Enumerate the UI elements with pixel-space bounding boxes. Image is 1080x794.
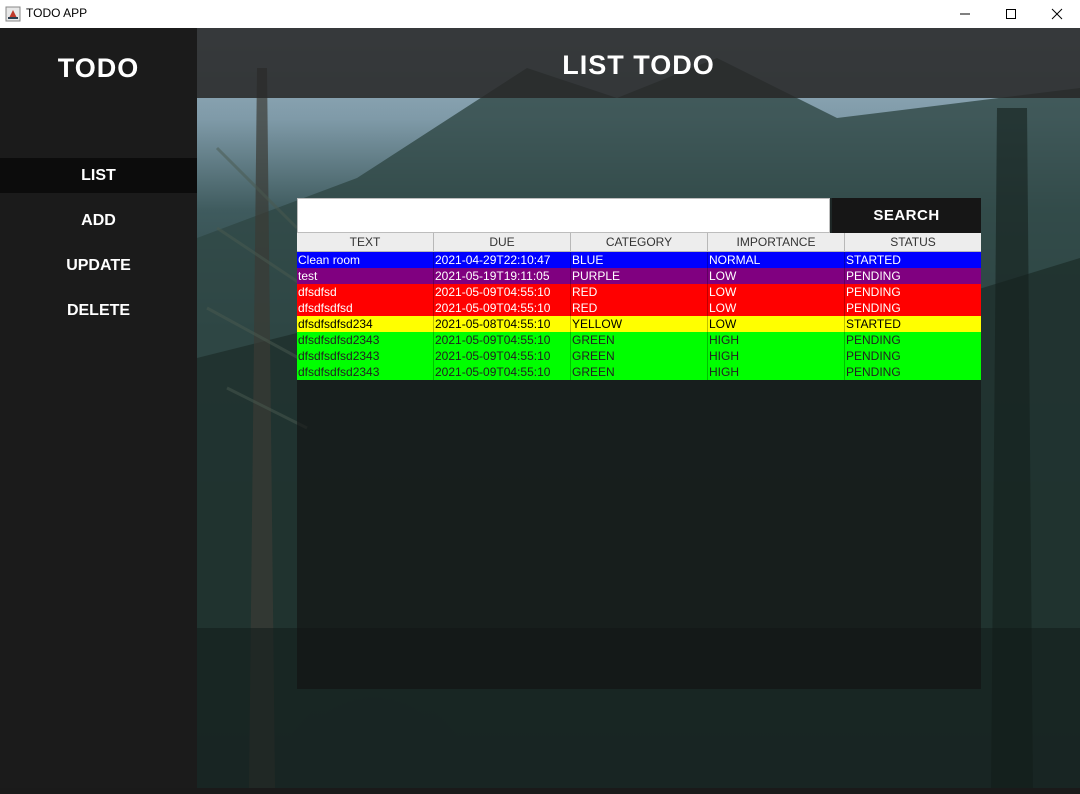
cell-category[interactable]: BLUE xyxy=(571,252,708,268)
table-header: TEXT DUE CATEGORY IMPORTANCE STATUS xyxy=(297,233,981,252)
search-input[interactable] xyxy=(297,198,830,233)
cell-due[interactable]: 2021-05-09T04:55:10 xyxy=(434,332,571,348)
cell-status[interactable]: STARTED xyxy=(845,316,981,332)
cell-due[interactable]: 2021-05-19T19:11:05 xyxy=(434,268,571,284)
cell-status[interactable]: PENDING xyxy=(845,284,981,300)
cell-text[interactable]: dfsdfsdfsd2343 xyxy=(297,348,434,364)
column-header-category[interactable]: CATEGORY xyxy=(571,233,708,252)
sidebar-item-update[interactable]: UPDATE xyxy=(0,248,197,283)
table-row[interactable]: dfsdfsd 2021-05-09T04:55:10 RED LOW PENDING xyxy=(297,284,981,300)
column-header-text[interactable]: TEXT xyxy=(297,233,434,252)
cell-category[interactable]: GREEN xyxy=(571,332,708,348)
sidebar-item-add[interactable]: ADD xyxy=(0,203,197,238)
todo-list-panel: SEARCH TEXT DUE CATEGORY IMPORTANCE STAT… xyxy=(297,198,981,689)
cell-status[interactable]: PENDING xyxy=(845,300,981,316)
cell-importance[interactable]: LOW xyxy=(708,284,845,300)
cell-due[interactable]: 2021-05-09T04:55:10 xyxy=(434,300,571,316)
cell-category[interactable]: GREEN xyxy=(571,364,708,380)
table-row[interactable]: dfsdfsdfsd 2021-05-09T04:55:10 RED LOW PENDI… xyxy=(297,300,981,316)
sidebar-item-list[interactable]: LIST xyxy=(0,158,197,193)
cell-text[interactable]: dfsdfsd xyxy=(297,284,434,300)
app-brand: TODO xyxy=(57,53,140,83)
cell-category[interactable]: GREEN xyxy=(571,348,708,364)
java-app-icon xyxy=(5,6,21,22)
cell-due[interactable]: 2021-05-09T04:55:10 xyxy=(434,348,571,364)
cell-status[interactable]: PENDING xyxy=(845,268,981,284)
table-row[interactable]: test 2021-05-19T19:11:05 PURPLE LOW PENDING xyxy=(297,268,981,284)
cell-due[interactable]: 2021-05-09T04:55:10 xyxy=(434,284,571,300)
cell-category[interactable]: YELLOW xyxy=(571,316,708,332)
column-header-importance[interactable]: IMPORTANCE xyxy=(708,233,845,252)
cell-status[interactable]: PENDING xyxy=(845,332,981,348)
table-row[interactable]: dfsdfsdfsd2343 2021-05-09T04:55:10 GREEN HI… xyxy=(297,348,981,364)
table-row[interactable]: dfsdfsdfsd2343 2021-05-09T04:55:10 GREEN HI… xyxy=(297,364,981,380)
cell-text[interactable]: dfsdfsdfsd xyxy=(297,300,434,316)
cell-importance[interactable]: HIGH xyxy=(708,332,845,348)
page-title: LIST TODO xyxy=(562,50,715,80)
close-button[interactable] xyxy=(1034,0,1080,28)
column-header-status[interactable]: STATUS xyxy=(845,233,981,252)
column-header-due[interactable]: DUE xyxy=(434,233,571,252)
cell-due[interactable]: 2021-05-09T04:55:10 xyxy=(434,364,571,380)
cell-importance[interactable]: HIGH xyxy=(708,348,845,364)
cell-due[interactable]: 2021-05-08T04:55:10 xyxy=(434,316,571,332)
sidebar: TODO LIST ADD UPDATE DELETE xyxy=(0,28,197,788)
cell-status[interactable]: PENDING xyxy=(845,364,981,380)
cell-importance[interactable]: HIGH xyxy=(708,364,845,380)
maximize-icon xyxy=(1006,9,1016,19)
cell-text[interactable]: test xyxy=(297,268,434,284)
table-row[interactable]: dfsdfsdfsd234 2021-05-08T04:55:10 YELLOW LO… xyxy=(297,316,981,332)
cell-text[interactable]: dfsdfsdfsd2343 xyxy=(297,332,434,348)
cell-importance[interactable]: NORMAL xyxy=(708,252,845,268)
cell-text[interactable]: dfsdfsdfsd2343 xyxy=(297,364,434,380)
maximize-button[interactable] xyxy=(988,0,1034,28)
cell-status[interactable]: PENDING xyxy=(845,348,981,364)
sidebar-nav: LIST ADD UPDATE DELETE xyxy=(0,158,197,338)
cell-category[interactable]: PURPLE xyxy=(571,268,708,284)
sidebar-item-delete[interactable]: DELETE xyxy=(0,293,197,328)
minimize-button[interactable] xyxy=(942,0,988,28)
cell-text[interactable]: Clean room xyxy=(297,252,434,268)
cell-category[interactable]: RED xyxy=(571,300,708,316)
table-body: Clean room 2021-04-29T22:10:47 BLUE NORMAL S… xyxy=(297,252,981,380)
window-title: TODO APP xyxy=(26,6,88,20)
cell-text[interactable]: dfsdfsdfsd234 xyxy=(297,316,434,332)
search-button[interactable]: SEARCH xyxy=(832,198,981,233)
cell-importance[interactable]: LOW xyxy=(708,316,845,332)
cell-importance[interactable]: LOW xyxy=(708,268,845,284)
cell-due[interactable]: 2021-04-29T22:10:47 xyxy=(434,252,571,268)
main-content: LIST TODO SEARCH TEXT DUE CATEGORY IMPOR… xyxy=(197,28,1080,788)
table-row[interactable]: dfsdfsdfsd2343 2021-05-09T04:55:10 GREEN HI… xyxy=(297,332,981,348)
table-row[interactable]: Clean room 2021-04-29T22:10:47 BLUE NORMAL S… xyxy=(297,252,981,268)
cell-category[interactable]: RED xyxy=(571,284,708,300)
close-icon xyxy=(1051,8,1063,20)
cell-status[interactable]: STARTED xyxy=(845,252,981,268)
minimize-icon xyxy=(960,13,970,15)
todo-table: TEXT DUE CATEGORY IMPORTANCE STATUS Clea… xyxy=(297,233,981,380)
page-header: LIST TODO xyxy=(197,28,1080,98)
window-titlebar: TODO APP xyxy=(0,0,1080,28)
cell-importance[interactable]: LOW xyxy=(708,300,845,316)
